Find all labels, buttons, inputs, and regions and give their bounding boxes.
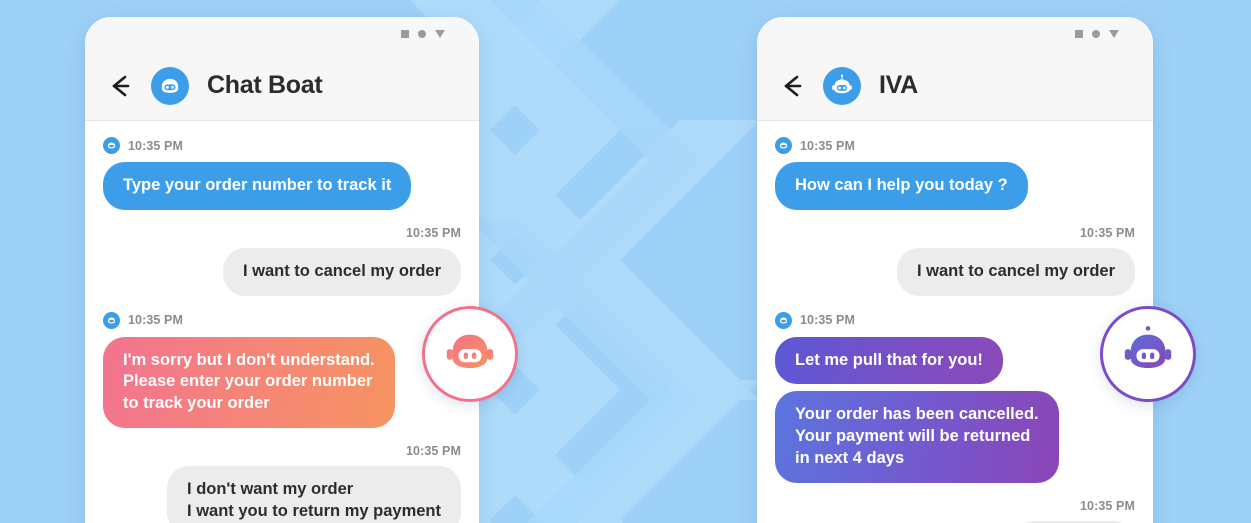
message-bubble: Your order has been cancelled. Your paym… <box>775 391 1059 483</box>
message-meta: 10:35 PM <box>775 311 1135 329</box>
message-bubble: Type your order number to track it <box>103 162 412 210</box>
message-bubble: I'm sorry but I don't understand. Please… <box>103 336 395 428</box>
timestamp: 10:35 PM <box>406 443 461 458</box>
status-bar <box>757 17 1153 51</box>
bot-avatar-icon <box>103 311 120 329</box>
message-bubble: I don't want my order I want you to retu… <box>167 465 461 523</box>
comparison-graphic: Chat Boat 10:35 PM Type your order numbe… <box>0 0 1251 523</box>
message-bubble: Let me pull that for you! <box>775 336 1003 385</box>
message-row: Your order has been cancelled. Your paym… <box>775 391 1135 483</box>
app-header: IVA <box>757 51 1153 121</box>
message-row: I'm sorry but I don't understand. Please… <box>103 336 461 428</box>
timestamp: 10:35 PM <box>1080 498 1135 513</box>
message-row: Type your order number to track it <box>103 162 461 210</box>
circle-icon <box>1092 30 1100 38</box>
timestamp: 10:35 PM <box>128 313 183 328</box>
back-arrow-icon[interactable] <box>105 71 135 101</box>
message-bubble: How can I help you today ? <box>775 162 1028 210</box>
timestamp: 10:35 PM <box>800 313 855 328</box>
timestamp: 10:35 PM <box>128 138 183 153</box>
robot-head-icon <box>823 66 861 105</box>
message-meta: 10:35 PM <box>103 311 461 329</box>
robot-badge-purple <box>1100 306 1196 402</box>
message-bubble: I want to cancel my order <box>222 247 461 296</box>
message-meta: 10:35 PM <box>775 499 1135 513</box>
back-arrow-icon[interactable] <box>777 71 807 101</box>
triangle-down-icon <box>435 30 445 38</box>
bot-avatar-icon <box>775 137 792 154</box>
timestamp: 10:35 PM <box>800 138 855 153</box>
bot-avatar-icon <box>103 137 120 154</box>
phone-card-right: IVA 10:35 PM How can I help you today ? … <box>757 17 1153 523</box>
page-title: IVA <box>879 71 918 99</box>
status-bar <box>85 17 479 51</box>
chat-thread-right: 10:35 PM How can I help you today ? 10:3… <box>757 121 1153 523</box>
circle-icon <box>418 30 426 38</box>
bot-avatar-icon <box>775 311 792 329</box>
timestamp: 10:35 PM <box>1080 225 1135 240</box>
message-meta: 10:35 PM <box>103 444 461 458</box>
message-row: I want to cancel my order <box>775 247 1135 296</box>
triangle-down-icon <box>1109 30 1119 38</box>
chat-thread-left: 10:35 PM Type your order number to track… <box>85 121 479 523</box>
robot-badge-pink <box>422 306 518 402</box>
message-bubble: I want to cancel my order <box>896 247 1135 296</box>
square-icon <box>401 30 409 38</box>
message-row: How can I help you today ? <box>775 162 1135 210</box>
message-meta: 10:35 PM <box>103 137 461 154</box>
message-meta: 10:35 PM <box>103 226 461 240</box>
square-icon <box>1075 30 1083 38</box>
message-row: Let me pull that for you! <box>775 336 1135 385</box>
app-header: Chat Boat <box>85 51 479 121</box>
message-meta: 10:35 PM <box>775 226 1135 240</box>
message-row: I don't want my order I want you to retu… <box>103 465 461 523</box>
message-row: I want to cancel my order <box>103 247 461 296</box>
message-meta: 10:35 PM <box>775 137 1135 154</box>
page-title: Chat Boat <box>207 71 323 99</box>
phone-card-left: Chat Boat 10:35 PM Type your order numbe… <box>85 17 479 523</box>
chatbot-face-icon <box>151 66 189 105</box>
timestamp: 10:35 PM <box>406 225 461 240</box>
